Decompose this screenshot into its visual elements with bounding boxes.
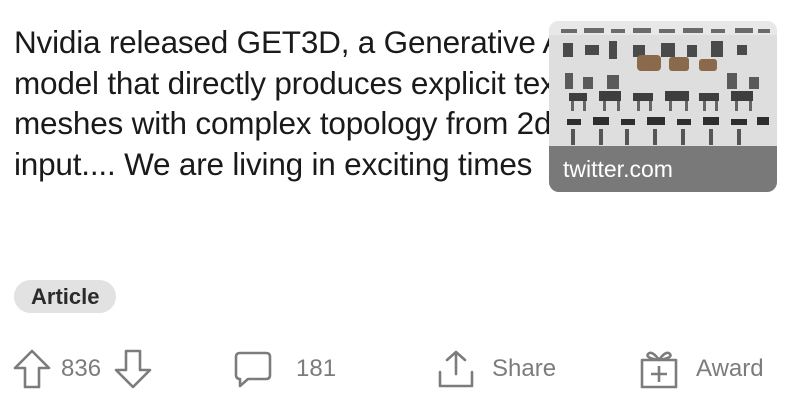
award-label: Award	[696, 355, 764, 382]
comment-icon	[232, 348, 274, 390]
upvote-icon[interactable]	[12, 348, 52, 390]
award-button[interactable]: Award	[638, 344, 764, 394]
share-icon	[436, 348, 476, 390]
link-thumbnail[interactable]: twitter.com	[549, 21, 777, 192]
gift-icon	[638, 348, 680, 390]
thumbnail-caption: twitter.com	[549, 146, 777, 192]
comments-button[interactable]: 181	[232, 344, 336, 394]
vote-count: 836	[61, 355, 102, 382]
post-flair[interactable]: Article	[14, 280, 117, 313]
vote-group: 836	[12, 344, 153, 394]
share-label: Share	[492, 355, 557, 382]
share-button[interactable]: Share	[436, 344, 556, 394]
downvote-icon[interactable]	[113, 348, 153, 390]
comment-count: 181	[296, 355, 337, 382]
action-bar: 836 181 Share Award	[0, 344, 810, 394]
